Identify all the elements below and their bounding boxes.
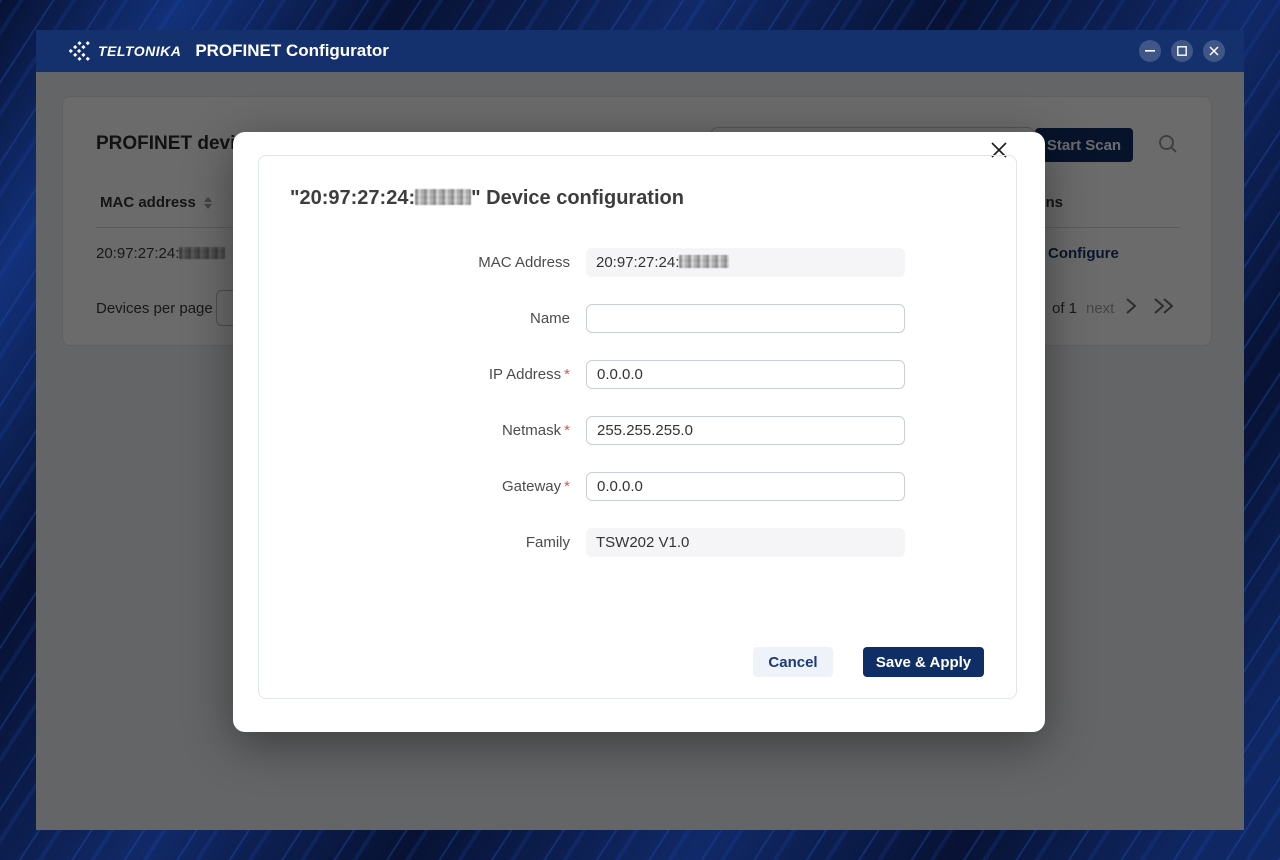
required-asterisk: *: [564, 478, 570, 495]
close-window-button[interactable]: [1203, 40, 1225, 62]
minimize-button[interactable]: [1139, 40, 1161, 62]
mac-address-field-label: MAC Address: [400, 248, 570, 277]
maximize-icon: [1177, 46, 1187, 56]
modal-title: "20:97:27:24: " Device configuration: [290, 187, 684, 210]
app-title: PROFINET Configurator: [195, 41, 389, 61]
maximize-button[interactable]: [1171, 40, 1193, 62]
name-input[interactable]: [586, 304, 905, 333]
required-asterisk: *: [564, 422, 570, 439]
save-apply-button[interactable]: Save & Apply: [863, 647, 984, 677]
titlebar: TELTONIKA PROFINET Configurator: [36, 30, 1244, 72]
modal-title-prefix: "20:97:27:24:: [290, 187, 415, 209]
modal-title-suffix: " Device configuration: [471, 187, 684, 209]
netmask-field-label: Netmask*: [400, 416, 570, 445]
minimize-icon: [1145, 50, 1155, 52]
ip-address-field-label: IP Address*: [400, 360, 570, 389]
teltonika-logo-icon: [68, 41, 91, 61]
close-window-icon: [1209, 46, 1219, 56]
family-field-label: Family: [400, 528, 570, 557]
window-controls: [1139, 40, 1225, 62]
mac-address-readonly-field: 20:97:27:24:: [586, 248, 905, 277]
netmask-input[interactable]: [586, 416, 905, 445]
name-field-label: Name: [400, 304, 570, 333]
brand-name: TELTONIKA: [98, 43, 181, 59]
cancel-button[interactable]: Cancel: [753, 647, 833, 677]
redacted-mac-title: [415, 189, 471, 205]
teltonika-logo: TELTONIKA: [68, 41, 181, 61]
mac-value-prefix: 20:97:27:24:: [596, 254, 679, 271]
device-configuration-modal: "20:97:27:24: " Device configuration MAC …: [233, 132, 1045, 732]
gateway-field-label: Gateway*: [400, 472, 570, 501]
redacted-mac-field-suffix: [679, 255, 729, 268]
required-asterisk: *: [564, 366, 570, 383]
family-readonly-field: TSW202 V1.0: [586, 528, 905, 557]
gateway-input[interactable]: [586, 472, 905, 501]
ip-address-input[interactable]: [586, 360, 905, 389]
